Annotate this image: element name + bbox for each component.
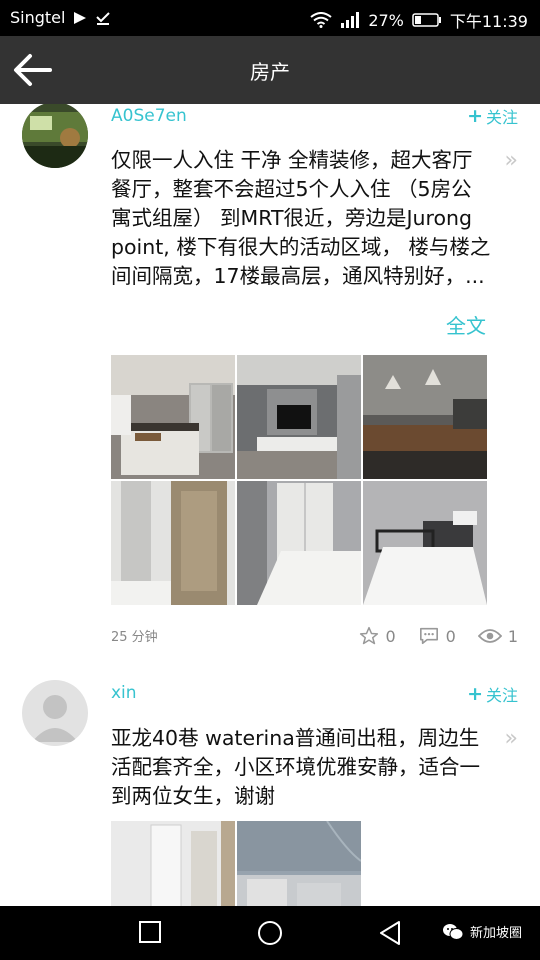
wechat-icon xyxy=(442,923,464,940)
like-count: 0 xyxy=(385,626,396,646)
chevron-right-icon[interactable]: » xyxy=(505,148,518,173)
status-bar: Singtel 27% 下午11:39 xyxy=(0,0,540,36)
home-icon[interactable] xyxy=(257,920,283,946)
photo-grid xyxy=(111,355,487,605)
comment-stat[interactable]: 0 xyxy=(418,626,456,646)
user-avatar[interactable] xyxy=(22,104,88,168)
comment-icon xyxy=(419,627,438,645)
user-avatar[interactable] xyxy=(22,680,88,746)
photo-thumbnail[interactable] xyxy=(237,481,361,605)
chevron-right-icon[interactable]: » xyxy=(505,726,518,751)
watermark-text: 新加坡圈 xyxy=(469,926,522,941)
post-stats: 0 0 1 xyxy=(359,626,518,646)
recent-apps-icon[interactable] xyxy=(138,920,162,944)
flipboard-notification-icon xyxy=(74,11,87,24)
view-count: 1 xyxy=(507,626,518,646)
follow-button[interactable]: + 关注 xyxy=(467,104,518,128)
photo-thumbnail[interactable] xyxy=(111,355,235,479)
plus-icon: + xyxy=(467,683,483,705)
signal-icon xyxy=(341,12,360,28)
clock: 下午11:39 xyxy=(449,12,528,31)
app-bar: 房产 xyxy=(0,36,540,104)
post-item[interactable]: xin + 关注 亚龙40巷 waterina普通间出租，周边生活配套齐全，小区… xyxy=(0,680,540,906)
download-check-icon xyxy=(96,11,111,25)
photo-thumbnail[interactable] xyxy=(111,821,235,906)
page-title: 房产 xyxy=(250,60,290,84)
comment-count: 0 xyxy=(445,626,456,646)
photo-thumbnail[interactable] xyxy=(237,355,361,479)
follow-label: 关注 xyxy=(485,686,518,705)
view-stat: 1 xyxy=(477,626,518,646)
username[interactable]: xin xyxy=(111,683,137,703)
full-text-link[interactable]: 全文 xyxy=(446,310,486,339)
follow-button[interactable]: + 关注 xyxy=(467,682,518,706)
post-time: 25 分钟 xyxy=(111,630,158,645)
star-icon xyxy=(360,626,379,645)
system-nav-bar: 新加坡圈 xyxy=(0,906,540,960)
post-text[interactable]: 亚龙40巷 waterina普通间出租，周边生活配套齐全，小区环境优雅安静，适合… xyxy=(111,724,491,811)
wifi-icon xyxy=(310,12,332,28)
username[interactable]: A0Se7en xyxy=(111,106,187,126)
photo-grid xyxy=(111,821,486,906)
battery-percent: 27% xyxy=(368,10,404,30)
photo-thumbnail[interactable] xyxy=(363,481,487,605)
follow-label: 关注 xyxy=(485,108,518,127)
back-nav-icon[interactable] xyxy=(378,920,402,946)
eye-icon xyxy=(477,629,502,643)
photo-thumbnail[interactable] xyxy=(111,481,235,605)
post-text[interactable]: 仅限一人入住 干净 全精装修，超大客厅 餐厅，整套不会超过5个人入住 （5房公寓… xyxy=(111,146,491,291)
carrier-label: Singtel xyxy=(10,8,66,27)
photo-thumbnail[interactable] xyxy=(237,821,361,906)
like-stat[interactable]: 0 xyxy=(359,626,396,646)
post-feed[interactable]: A0Se7en + 关注 仅限一人入住 干净 全精装修，超大客厅 餐厅，整套不会… xyxy=(0,104,540,906)
plus-icon: + xyxy=(467,105,483,127)
battery-icon xyxy=(412,13,441,27)
photo-thumbnail[interactable] xyxy=(363,355,487,479)
watermark: 新加坡圈 xyxy=(442,922,522,941)
post-item[interactable]: A0Se7en + 关注 仅限一人入住 干净 全精装修，超大客厅 餐厅，整套不会… xyxy=(0,104,540,674)
